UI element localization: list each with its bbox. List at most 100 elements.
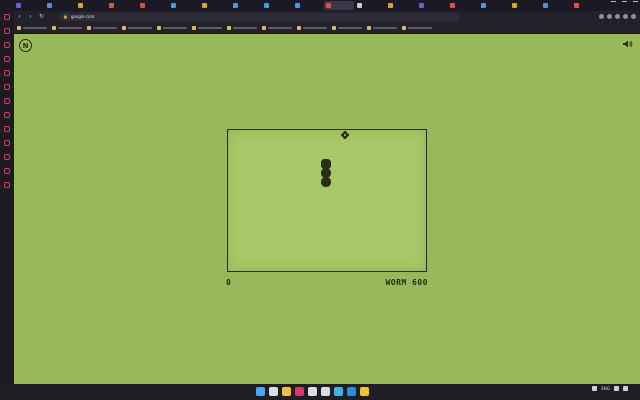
- window-controls: [611, 1, 638, 6]
- vk-icon[interactable]: [4, 84, 10, 90]
- taskbar-apps: [256, 387, 369, 396]
- system-tray: ENG: [592, 386, 632, 391]
- bookmark-title-line: [198, 26, 222, 29]
- game-area[interactable]: N 0 WORM 600: [14, 34, 640, 384]
- tab-favicon-icon: [512, 3, 517, 8]
- taskbar: ENG: [0, 384, 640, 400]
- forward-icon[interactable]: ›: [25, 13, 36, 20]
- nokia-logo-icon[interactable]: N: [19, 39, 32, 52]
- tab-favicon-icon: [326, 3, 331, 8]
- bookmark-item[interactable]: [122, 25, 152, 30]
- browser-tab-bar: [0, 0, 640, 11]
- messenger-icon[interactable]: [4, 14, 10, 20]
- folder-icon: [262, 25, 266, 30]
- extension-icon[interactable]: [607, 14, 612, 19]
- browser-tab[interactable]: [138, 1, 168, 10]
- browser-tab[interactable]: [417, 1, 447, 10]
- tab-favicon-icon: [233, 3, 238, 8]
- browser-tab[interactable]: [572, 1, 602, 10]
- bookmark-item[interactable]: [52, 25, 82, 30]
- bookmark-item[interactable]: [332, 25, 362, 30]
- bookmark-title-line: [93, 26, 117, 29]
- tab-favicon-icon: [202, 3, 207, 8]
- bookmark-title-line: [408, 26, 432, 29]
- extension-icon[interactable]: [623, 14, 628, 19]
- bookmark-item[interactable]: [157, 25, 187, 30]
- minimize-button[interactable]: [611, 1, 616, 6]
- spotify-icon[interactable]: [4, 98, 10, 104]
- reload-icon[interactable]: ↻: [36, 13, 47, 20]
- browser-tab[interactable]: [448, 1, 478, 10]
- tab-favicon-icon: [574, 3, 579, 8]
- folder-icon: [122, 25, 126, 30]
- browser-tab[interactable]: [262, 1, 292, 10]
- bookmark-item[interactable]: [227, 25, 257, 30]
- store-icon[interactable]: [308, 387, 317, 396]
- bookmark-title-line: [58, 26, 82, 29]
- browser-tab[interactable]: [324, 1, 354, 10]
- downloads-icon[interactable]: [4, 168, 10, 174]
- file-explorer-icon[interactable]: [282, 387, 291, 396]
- browser-tab[interactable]: [293, 1, 323, 10]
- bookmark-item[interactable]: [87, 25, 117, 30]
- photos-icon[interactable]: [321, 387, 330, 396]
- sound-icon[interactable]: [623, 40, 633, 48]
- bookmark-item[interactable]: [262, 25, 292, 30]
- browser-tab[interactable]: [45, 1, 75, 10]
- player-icon[interactable]: [4, 112, 10, 118]
- browser-tab[interactable]: [231, 1, 261, 10]
- browser-tab[interactable]: [200, 1, 230, 10]
- folder-icon: [17, 25, 21, 30]
- edge-icon[interactable]: [334, 387, 343, 396]
- windows-start-icon[interactable]: [256, 387, 265, 396]
- chrome-icon[interactable]: [360, 387, 369, 396]
- browser-tab[interactable]: [76, 1, 106, 10]
- search-icon[interactable]: [269, 387, 278, 396]
- snake-tail: [321, 177, 331, 187]
- browser-tab[interactable]: [169, 1, 199, 10]
- browser-tab[interactable]: [107, 1, 137, 10]
- extension-icon[interactable]: [615, 14, 620, 19]
- folder-icon: [402, 25, 406, 30]
- browser-tab[interactable]: [479, 1, 509, 10]
- address-bar[interactable]: 🔒 google.com: [59, 12, 459, 21]
- wifi-icon[interactable]: [614, 386, 619, 391]
- browser-tab[interactable]: [355, 1, 385, 10]
- twitter-icon[interactable]: [4, 126, 10, 132]
- tab-favicon-icon: [16, 3, 21, 8]
- bookmark-item[interactable]: [297, 25, 327, 30]
- score-value: 0: [226, 278, 231, 287]
- back-icon[interactable]: ‹: [14, 13, 25, 20]
- bookmark-title-line: [23, 26, 47, 29]
- browser-tab[interactable]: [541, 1, 571, 10]
- bookmark-title-line: [128, 26, 152, 29]
- vscode-icon[interactable]: [347, 387, 356, 396]
- telegram-icon[interactable]: [4, 42, 10, 48]
- settings-icon[interactable]: [4, 182, 10, 188]
- bookmark-item[interactable]: [17, 25, 47, 30]
- lock-icon: 🔒: [63, 14, 68, 19]
- extension-icon[interactable]: [599, 14, 604, 19]
- browser-tab[interactable]: [510, 1, 540, 10]
- snake: [321, 159, 331, 187]
- chevron-up-icon[interactable]: [592, 386, 598, 391]
- whatsapp-icon[interactable]: [4, 28, 10, 34]
- maximize-button[interactable]: [622, 1, 627, 6]
- tab-favicon-icon: [295, 3, 300, 8]
- flower-icon: [341, 131, 349, 139]
- browser-tab[interactable]: [14, 1, 44, 10]
- bookmark-item[interactable]: [192, 25, 222, 30]
- bookmark-item[interactable]: [367, 25, 397, 30]
- discord-icon[interactable]: [4, 56, 10, 62]
- game-board[interactable]: [227, 129, 427, 272]
- bookmarks-icon[interactable]: [4, 140, 10, 146]
- menu-icon[interactable]: [631, 14, 636, 19]
- close-button[interactable]: [633, 1, 638, 6]
- instagram-icon[interactable]: [4, 70, 10, 76]
- opera-gx-icon[interactable]: [295, 387, 304, 396]
- bookmark-item[interactable]: [402, 25, 432, 30]
- volume-icon[interactable]: [623, 386, 628, 391]
- history-icon[interactable]: [4, 154, 10, 160]
- browser-tab[interactable]: [386, 1, 416, 10]
- language-indicator[interactable]: ENG: [601, 386, 610, 391]
